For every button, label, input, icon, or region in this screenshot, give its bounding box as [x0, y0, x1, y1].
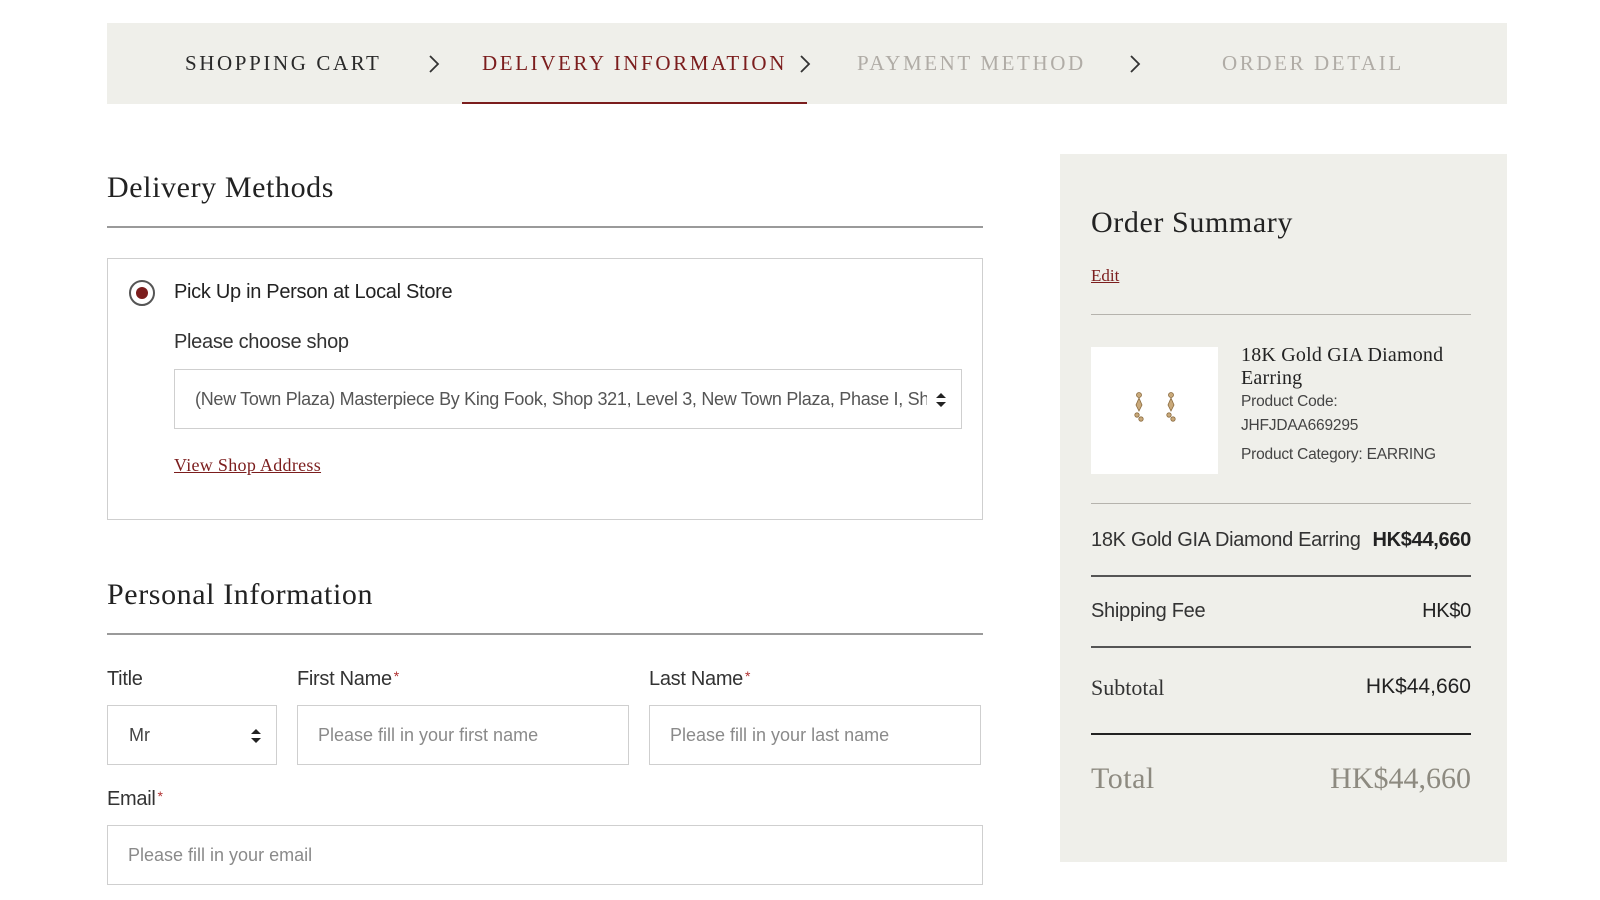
- select-arrows-icon: [250, 728, 262, 744]
- shipping-row: Shipping Fee HK$0: [1091, 600, 1471, 630]
- step-delivery-information[interactable]: DELIVERY INFORMATION: [462, 23, 807, 104]
- step-shopping-cart[interactable]: SHOPPING CART: [185, 23, 382, 104]
- shipping-fee-value: HK$0: [1422, 600, 1471, 622]
- divider: [107, 226, 983, 228]
- item-line-row: 18K Gold GIA Diamond Earring HK$44,660: [1091, 529, 1471, 559]
- subtotal-value: HK$44,660: [1365, 675, 1471, 698]
- divider: [1091, 575, 1471, 577]
- title-select[interactable]: Mr: [107, 705, 277, 765]
- edit-cart-link[interactable]: Edit: [1091, 266, 1119, 286]
- chevron-right-icon: [794, 53, 816, 75]
- pickup-option-label[interactable]: Pick Up in Person at Local Store: [174, 281, 453, 304]
- total-value: HK$44,660: [1330, 762, 1471, 795]
- last-name-input[interactable]: [649, 705, 981, 765]
- product-code: JHFJDAA669295: [1241, 417, 1359, 434]
- title-label: Title: [107, 668, 143, 690]
- personal-information-title: Personal Information: [107, 578, 374, 611]
- divider: [1091, 733, 1471, 735]
- email-input[interactable]: [107, 825, 983, 885]
- divider: [1091, 503, 1471, 504]
- view-shop-address-link[interactable]: View Shop Address: [174, 455, 321, 476]
- earring-icon: [1134, 392, 1176, 422]
- product-code-label: Product Code:: [1241, 393, 1338, 410]
- shipping-fee-label: Shipping Fee: [1091, 600, 1206, 622]
- chevron-right-icon: [1124, 53, 1146, 75]
- divider: [1091, 646, 1471, 648]
- subtotal-row: Subtotal HK$44,660: [1091, 675, 1471, 707]
- order-summary-panel: Order Summary Edit 18K Gold GIA Diamond …: [1060, 154, 1507, 862]
- step-order-detail[interactable]: ORDER DETAIL: [1222, 23, 1404, 104]
- choose-shop-label: Please choose shop: [174, 331, 349, 353]
- pickup-radio[interactable]: [129, 280, 155, 306]
- order-summary-title: Order Summary: [1091, 206, 1293, 239]
- select-arrows-icon: [935, 392, 947, 408]
- checkout-stepper: SHOPPING CART DELIVERY INFORMATION PAYME…: [107, 23, 1507, 104]
- item-line-label: 18K Gold GIA Diamond Earring: [1091, 529, 1361, 551]
- total-row: Total HK$44,660: [1091, 762, 1471, 806]
- required-mark: *: [745, 668, 751, 684]
- product-name: 18K Gold GIA Diamond Earring: [1241, 344, 1444, 389]
- total-label: Total: [1091, 762, 1155, 795]
- divider: [107, 633, 983, 635]
- first-name-input[interactable]: [297, 705, 629, 765]
- product-image: [1091, 347, 1218, 474]
- last-name-label: Last Name *: [649, 668, 751, 690]
- required-mark: *: [157, 788, 163, 804]
- delivery-methods-title: Delivery Methods: [107, 171, 335, 204]
- product-category: Product Category: EARRING: [1241, 446, 1436, 463]
- shop-select-value: (New Town Plaza) Masterpiece By King Foo…: [195, 389, 927, 409]
- email-label: Email *: [107, 788, 163, 810]
- divider: [1091, 314, 1471, 315]
- item-line-price: HK$44,660: [1372, 529, 1472, 551]
- shop-select[interactable]: (New Town Plaza) Masterpiece By King Foo…: [174, 369, 962, 429]
- required-mark: *: [393, 668, 399, 684]
- chevron-right-icon: [423, 53, 445, 75]
- step-payment-method[interactable]: PAYMENT METHOD: [857, 23, 1086, 104]
- delivery-method-option: Pick Up in Person at Local Store Please …: [107, 258, 983, 520]
- first-name-label: First Name *: [297, 668, 399, 690]
- subtotal-label: Subtotal: [1091, 675, 1165, 700]
- title-select-value: Mr: [129, 725, 150, 745]
